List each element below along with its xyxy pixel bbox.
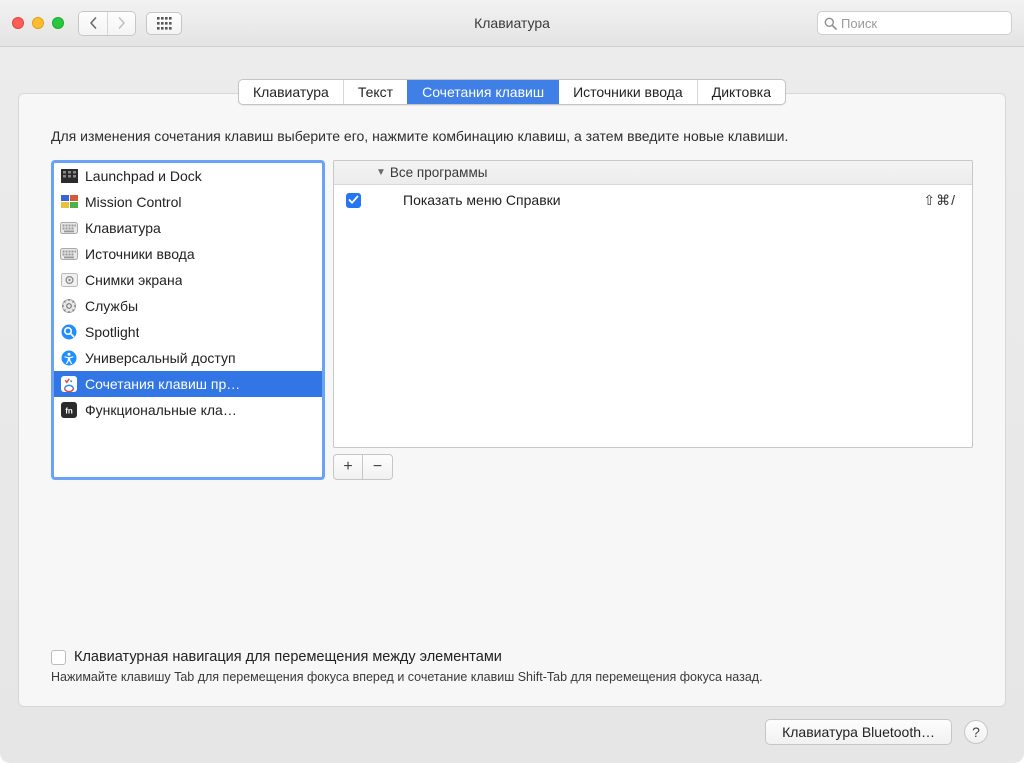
spotlight-icon	[60, 324, 78, 340]
lists-container: Launchpad и Dock Mission Control Клавиатур…	[51, 160, 973, 480]
category-label: Spotlight	[85, 324, 139, 340]
remove-button[interactable]: −	[363, 454, 393, 480]
search-icon	[824, 17, 837, 30]
tab-2[interactable]: Сочетания клавиш	[407, 80, 558, 104]
add-remove-buttons: + −	[333, 454, 393, 480]
svg-text:fn: fn	[65, 407, 73, 416]
keyboard-nav-checkbox[interactable]	[51, 650, 66, 665]
category-label: Клавиатура	[85, 220, 161, 236]
apps-icon	[60, 376, 78, 392]
titlebar: Клавиатура Поиск	[0, 0, 1024, 47]
search-placeholder: Поиск	[841, 16, 877, 31]
category-row[interactable]: Клавиатура	[54, 215, 322, 241]
category-row[interactable]: Сочетания клавиш пр…	[54, 371, 322, 397]
mission-icon	[60, 194, 78, 210]
category-row[interactable]: Launchpad и Dock	[54, 163, 322, 189]
shortcuts-list[interactable]: ▼ Все программы Показать меню Справки ⇧⌘/	[333, 160, 973, 448]
detail-column: ▼ Все программы Показать меню Справки ⇧⌘/…	[333, 160, 973, 480]
category-row[interactable]: Источники ввода	[54, 241, 322, 267]
back-button[interactable]	[79, 12, 107, 35]
window-controls	[12, 17, 64, 29]
keyboard-nav-hint: Нажимайте клавишу Tab для перемещения фо…	[51, 670, 973, 684]
footer: Клавиатура Bluetooth… ?	[18, 707, 1006, 745]
category-row[interactable]: fn Функциональные кла…	[54, 397, 322, 423]
bluetooth-button-label: Клавиатура Bluetooth…	[782, 724, 935, 740]
tab-1[interactable]: Текст	[343, 80, 407, 104]
category-label: Mission Control	[85, 194, 181, 210]
chevron-right-icon	[117, 17, 126, 29]
detail-header[interactable]: ▼ Все программы	[334, 161, 972, 185]
grid-icon	[157, 17, 172, 30]
category-row[interactable]: Службы	[54, 293, 322, 319]
launchpad-icon	[60, 168, 78, 184]
keyboard-icon	[60, 220, 78, 236]
tab-4[interactable]: Диктовка	[697, 80, 785, 104]
shortcut-row[interactable]: Показать меню Справки ⇧⌘/	[334, 185, 972, 215]
shortcut-keys: ⇧⌘/	[923, 192, 956, 209]
zoom-icon[interactable]	[52, 17, 64, 29]
category-label: Launchpad и Dock	[85, 168, 202, 184]
category-label: Сочетания клавиш пр…	[85, 376, 240, 392]
plus-icon: +	[343, 458, 352, 476]
category-row[interactable]: Spotlight	[54, 319, 322, 345]
show-all-button[interactable]	[146, 12, 182, 35]
gear-icon	[60, 298, 78, 314]
category-label: Функциональные кла…	[85, 402, 237, 418]
minimize-icon[interactable]	[32, 17, 44, 29]
check-icon	[348, 195, 359, 205]
tabs-row: КлавиатураТекстСочетания клавишИсточники…	[18, 79, 1006, 105]
keyboard-icon	[60, 246, 78, 262]
shortcut-checkbox[interactable]	[346, 193, 361, 208]
category-row[interactable]: Универсальный доступ	[54, 345, 322, 371]
keyboard-nav-label: Клавиатурная навигация для перемещения м…	[74, 649, 502, 665]
main-panel: Для изменения сочетания клавиш выберите …	[18, 93, 1006, 707]
category-list[interactable]: Launchpad и Dock Mission Control Клавиатур…	[51, 160, 325, 480]
minus-icon: −	[373, 458, 382, 476]
tab-3[interactable]: Источники ввода	[558, 80, 697, 104]
forward-button[interactable]	[107, 12, 135, 35]
bluetooth-keyboard-button[interactable]: Клавиатура Bluetooth…	[765, 719, 952, 745]
instruction-text: Для изменения сочетания клавиш выберите …	[51, 126, 973, 146]
fn-icon: fn	[60, 402, 78, 418]
accessibility-icon	[60, 350, 78, 366]
detail-header-label: Все программы	[390, 165, 488, 180]
body: КлавиатураТекстСочетания клавишИсточники…	[0, 47, 1024, 763]
screenshot-icon	[60, 272, 78, 288]
nav-buttons	[78, 11, 136, 36]
preferences-window: Клавиатура Поиск КлавиатураТекстСочетани…	[0, 0, 1024, 763]
tabs: КлавиатураТекстСочетания клавишИсточники…	[238, 79, 786, 105]
category-row[interactable]: Снимки экрана	[54, 267, 322, 293]
help-button[interactable]: ?	[964, 720, 988, 744]
chevron-left-icon	[89, 17, 98, 29]
close-icon[interactable]	[12, 17, 24, 29]
category-label: Источники ввода	[85, 246, 195, 262]
category-label: Универсальный доступ	[85, 350, 236, 366]
search-input[interactable]: Поиск	[817, 11, 1012, 35]
disclosure-triangle-icon[interactable]: ▼	[376, 167, 386, 178]
keyboard-nav-section: Клавиатурная навигация для перемещения м…	[51, 599, 973, 684]
add-button[interactable]: +	[333, 454, 363, 480]
category-label: Службы	[85, 298, 138, 314]
shortcut-label: Показать меню Справки	[403, 192, 561, 208]
tab-0[interactable]: Клавиатура	[239, 80, 343, 104]
help-icon: ?	[972, 724, 980, 740]
category-row[interactable]: Mission Control	[54, 189, 322, 215]
category-label: Снимки экрана	[85, 272, 182, 288]
